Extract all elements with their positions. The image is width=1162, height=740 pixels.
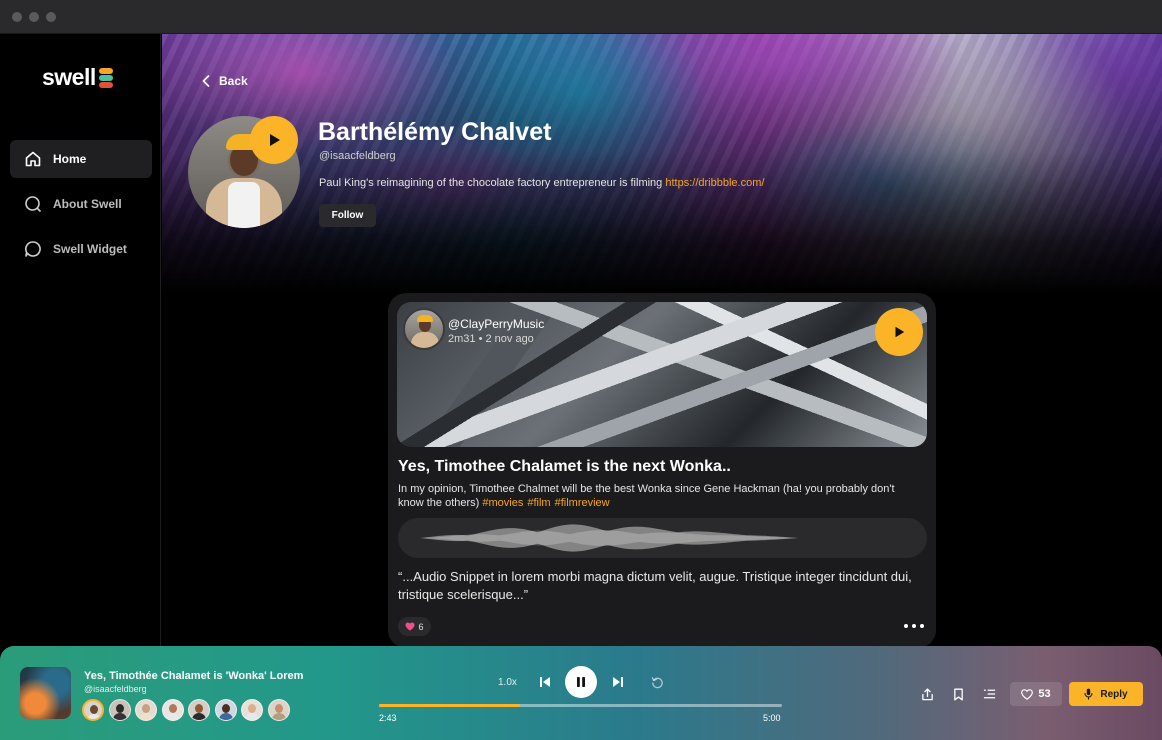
now-playing-title: Yes, Timothée Chalamet is 'Wonka' Lorem <box>84 670 304 682</box>
audio-player-bar: Yes, Timothée Chalamet is 'Wonka' Lorem … <box>0 646 1162 740</box>
back-button[interactable]: Back <box>202 74 248 88</box>
total-time: 5:00 <box>763 713 781 723</box>
post-body: In my opinion, Timothee Chalmet will be … <box>398 482 923 510</box>
microphone-icon <box>1084 688 1093 700</box>
more-options-icon[interactable] <box>904 619 924 633</box>
replay-button[interactable] <box>649 674 665 690</box>
queue-list-icon <box>983 689 995 699</box>
profile-hero: Back Barthélémy Chalvet @isaacfeldberg P… <box>162 34 1162 294</box>
listener-avatar[interactable] <box>135 699 157 721</box>
play-icon <box>270 134 280 146</box>
sidebar-item-label: Home <box>53 152 87 166</box>
like-count: 53 <box>1038 688 1051 700</box>
chat-bubble-icon <box>25 241 41 257</box>
sidebar: swell Home About Swell Swell Widget <box>0 34 161 740</box>
now-playing-handle: @isaacfeldberg <box>84 684 147 694</box>
post-play-button[interactable] <box>875 308 923 356</box>
profile-bio-link[interactable]: https://dribbble.com/ <box>665 177 764 189</box>
playback-speed[interactable]: 1.0x <box>498 677 517 688</box>
skip-next-icon <box>613 677 623 687</box>
skip-previous-icon <box>540 677 550 687</box>
heart-icon <box>405 622 415 631</box>
now-playing-artwork <box>20 667 71 719</box>
listener-avatar[interactable] <box>214 699 237 721</box>
bookmark-button[interactable] <box>950 686 966 702</box>
profile-play-button[interactable] <box>250 116 298 164</box>
window-zoom-dot[interactable] <box>46 12 56 22</box>
audio-waveform[interactable] <box>398 518 927 558</box>
listener-avatar[interactable] <box>241 699 263 721</box>
skip-next-button[interactable] <box>610 675 626 689</box>
progress-fill <box>379 704 521 707</box>
post-like-count[interactable]: 6 <box>398 617 431 636</box>
post-meta: 2m31 • 2 nov ago <box>448 333 534 345</box>
listener-avatar[interactable] <box>188 699 210 721</box>
bookmark-icon <box>953 688 963 700</box>
main-content: Back Barthélémy Chalvet @isaacfeldberg P… <box>162 34 1162 740</box>
post-author-handle[interactable]: @ClayPerryMusic <box>448 317 544 331</box>
post-card: @ClayPerryMusic 2m31 • 2 nov ago Yes, Ti… <box>388 293 936 648</box>
reply-label: Reply <box>1100 688 1128 700</box>
post-title: Yes, Timothee Chalamet is the next Wonka… <box>398 458 731 475</box>
profile-handle: @isaacfeldberg <box>319 150 396 162</box>
hashtag-link[interactable]: #movies <box>482 497 523 509</box>
share-button[interactable] <box>919 686 935 702</box>
sidebar-item-home[interactable]: Home <box>10 140 152 178</box>
back-label: Back <box>219 74 248 88</box>
logo-text: swell <box>42 64 96 90</box>
hero-fade-overlay <box>162 34 1162 294</box>
post-body-text: In my opinion, Timothee Chalmet will be … <box>398 483 895 509</box>
waveform-shape <box>420 524 798 552</box>
home-icon <box>25 151 41 167</box>
sidebar-item-swell-widget[interactable]: Swell Widget <box>10 230 152 268</box>
like-count-text: 6 <box>418 621 424 632</box>
window-titlebar <box>0 0 1162 34</box>
window-close-dot[interactable] <box>12 12 22 22</box>
listener-avatars <box>82 699 294 721</box>
listener-avatar[interactable] <box>161 699 184 721</box>
listener-avatar[interactable] <box>267 699 290 721</box>
reply-button[interactable]: Reply <box>1069 682 1143 706</box>
pause-button[interactable] <box>565 666 597 698</box>
profile-bio-text: Paul King's reimagining of the chocolate… <box>319 177 663 189</box>
hashtag-link[interactable]: #filmreview <box>555 497 610 509</box>
listener-avatar[interactable] <box>108 699 131 721</box>
audio-snippet-quote: “...Audio Snippet in lorem morbi magna d… <box>398 569 912 602</box>
pause-icon <box>577 677 585 687</box>
replay-icon <box>651 676 663 688</box>
search-icon <box>25 196 41 212</box>
heart-outline-icon <box>1021 688 1034 700</box>
logo-mark-icon <box>98 67 113 89</box>
sidebar-item-label: About Swell <box>53 197 122 211</box>
skip-previous-button[interactable] <box>537 675 553 689</box>
queue-button[interactable] <box>981 686 997 702</box>
profile-name: Barthélémy Chalvet <box>318 118 552 146</box>
play-icon <box>895 326 905 338</box>
profile-bio: Paul King's reimagining of the chocolate… <box>319 177 764 189</box>
follow-button[interactable]: Follow <box>319 204 376 227</box>
sidebar-item-about-swell[interactable]: About Swell <box>10 185 152 223</box>
sidebar-item-label: Swell Widget <box>53 242 127 256</box>
share-icon <box>921 687 933 700</box>
current-time: 2:43 <box>379 713 397 723</box>
progress-bar[interactable] <box>379 704 782 707</box>
like-button[interactable]: 53 <box>1010 682 1062 706</box>
listener-avatar[interactable] <box>82 699 104 721</box>
chevron-left-icon <box>202 75 210 87</box>
swell-logo[interactable]: swell <box>42 64 113 91</box>
window-minimize-dot[interactable] <box>29 12 39 22</box>
hashtag-link[interactable]: #film <box>527 497 550 509</box>
post-author-avatar[interactable] <box>403 308 445 350</box>
